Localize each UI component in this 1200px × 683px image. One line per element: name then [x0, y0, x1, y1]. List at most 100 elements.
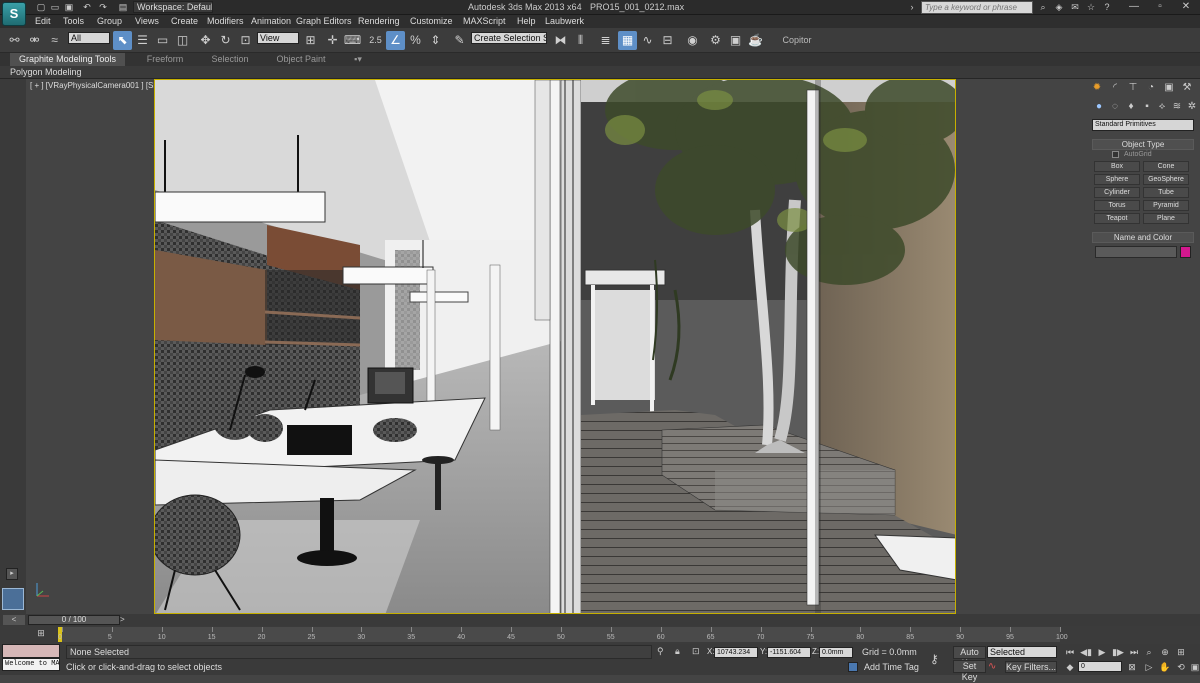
sphere-button[interactable]: Sphere	[1094, 174, 1140, 185]
snaps-toggle-icon[interactable]: 2.5	[366, 31, 385, 50]
open-file-icon[interactable]: ▭	[48, 1, 62, 13]
edit-named-selection-icon[interactable]: ✎	[450, 31, 469, 50]
new-file-icon[interactable]: ▢	[34, 1, 48, 13]
utilities-tab-icon[interactable]: ⚒	[1180, 81, 1194, 95]
object-type-rollout[interactable]: Object Type	[1092, 139, 1194, 150]
menu-laubwerk[interactable]: Laubwerk	[545, 15, 584, 28]
menu-edit[interactable]: Edit	[35, 15, 51, 28]
mini-curve-editor-icon[interactable]: ⊞	[34, 628, 48, 640]
rectangular-selection-icon[interactable]: ▭	[153, 31, 172, 50]
cylinder-button[interactable]: Cylinder	[1094, 187, 1140, 198]
zoom-icon[interactable]: ⌕	[1142, 646, 1156, 658]
maximize-icon[interactable]: ▫	[1148, 0, 1172, 14]
helpers-icon[interactable]: ⟡	[1155, 100, 1169, 114]
menu-graph-editors[interactable]: Graph Editors	[296, 15, 352, 28]
graphite-toggle-icon[interactable]: ▦	[618, 31, 637, 50]
shapes-icon[interactable]: ◌	[1108, 100, 1122, 114]
percent-snap-icon[interactable]: %	[406, 31, 425, 50]
close-icon[interactable]: ✕	[1174, 0, 1198, 14]
time-tag-icon[interactable]	[848, 662, 858, 672]
link-icon[interactable]: ⚯	[5, 31, 24, 50]
menu-help[interactable]: Help	[517, 15, 536, 28]
primitive-category-dropdown[interactable]: Standard Primitives	[1092, 119, 1194, 131]
geometry-icon[interactable]: ●	[1092, 100, 1106, 114]
teapot-button[interactable]: Teapot	[1094, 213, 1140, 224]
minimize-icon[interactable]: —	[1122, 0, 1146, 14]
search-input[interactable]	[922, 2, 1032, 13]
render-setup-icon[interactable]: ⚙	[706, 31, 725, 50]
menu-create[interactable]: Create	[171, 15, 198, 28]
display-tab-icon[interactable]: ▣	[1162, 81, 1176, 95]
binoculars-icon[interactable]: ⌕	[1036, 1, 1050, 13]
play-icon[interactable]: ▶	[1095, 646, 1109, 658]
time-slider[interactable]: 0 / 100	[28, 615, 120, 625]
bind-spacewarp-icon[interactable]: ≈	[45, 31, 64, 50]
create-tab-icon[interactable]: ✹	[1090, 81, 1104, 95]
keyboard-shortcut-icon[interactable]: ⌨	[343, 31, 362, 50]
menu-rendering[interactable]: Rendering	[358, 15, 400, 28]
layer-manager-icon[interactable]: ≣	[596, 31, 615, 50]
communication-icon[interactable]: ✉	[1068, 1, 1082, 13]
render-production-icon[interactable]: ☕	[746, 31, 765, 50]
tab-graphite-modeling-tools[interactable]: Graphite Modeling Tools	[10, 53, 125, 66]
field-of-view-icon[interactable]: ▷	[1142, 661, 1156, 673]
unlink-icon[interactable]: ⚮	[25, 31, 44, 50]
motion-tab-icon[interactable]: ◔	[1144, 81, 1158, 95]
next-frame-icon[interactable]: >	[120, 615, 130, 625]
selection-filter-dropdown[interactable]: All	[68, 32, 110, 44]
pan-view-icon[interactable]: ✋	[1158, 661, 1172, 673]
set-key-button[interactable]: Set Key	[953, 660, 986, 682]
systems-icon[interactable]: ✲	[1185, 100, 1199, 114]
menu-group[interactable]: Group	[97, 15, 122, 28]
torus-button[interactable]: Torus	[1094, 200, 1140, 211]
time-configuration-icon[interactable]: ⊠	[1125, 661, 1139, 673]
orbit-icon[interactable]: ⟲	[1174, 661, 1188, 673]
workspace-dropdown[interactable]: Workspace: Default	[133, 1, 213, 13]
plane-button[interactable]: Plane	[1143, 213, 1189, 224]
menu-animation[interactable]: Animation	[251, 15, 291, 28]
hierarchy-tab-icon[interactable]: ⊤	[1126, 81, 1140, 95]
align-icon[interactable]: ⫴	[571, 31, 590, 50]
tube-button[interactable]: Tube	[1143, 187, 1189, 198]
menu-customize[interactable]: Customize	[410, 15, 453, 28]
tab-selection[interactable]: Selection	[200, 53, 260, 66]
object-name-field[interactable]	[1095, 246, 1177, 258]
named-selection-dropdown[interactable]: Create Selection Se	[471, 32, 547, 44]
angle-snap-icon[interactable]: ∠	[386, 31, 405, 50]
geosphere-button[interactable]: GeoSphere	[1143, 174, 1189, 185]
select-scale-icon[interactable]: ⊡	[236, 31, 255, 50]
save-file-icon[interactable]: ▣	[62, 1, 76, 13]
polygon-modeling-panel[interactable]: Polygon Modeling	[10, 66, 82, 79]
prev-frame-icon[interactable]: <	[3, 615, 25, 625]
menu-modifiers[interactable]: Modifiers	[207, 15, 244, 28]
x-coordinate-field[interactable]: 10743.234	[714, 647, 758, 658]
maximize-viewport-icon[interactable]: ▣	[1188, 661, 1200, 673]
pivot-center-icon[interactable]: ⊞	[301, 31, 320, 50]
tab-object-paint[interactable]: Object Paint	[270, 53, 332, 66]
select-manipulate-icon[interactable]: ✛	[323, 31, 342, 50]
autogrid-checkbox[interactable]	[1112, 151, 1119, 158]
name-and-color-rollout[interactable]: Name and Color	[1092, 232, 1194, 243]
cone-button[interactable]: Cone	[1143, 161, 1189, 172]
layout-expand-icon[interactable]: ▸	[6, 568, 18, 580]
set-key-icon[interactable]: ⚷	[930, 652, 948, 666]
material-editor-icon[interactable]: ◉	[683, 31, 702, 50]
undo-icon[interactable]: ↶	[80, 1, 94, 13]
absolute-mode-icon[interactable]: ⊡	[692, 646, 704, 658]
viewport-layout-single-icon[interactable]	[2, 588, 24, 610]
schematic-view-icon[interactable]: ⊟	[658, 31, 677, 50]
favorites-icon[interactable]: ☆	[1084, 1, 1098, 13]
curve-editor-icon[interactable]: ∿	[638, 31, 657, 50]
current-frame-field[interactable]: 0	[1078, 661, 1122, 672]
subscription-icon[interactable]: ◈	[1052, 1, 1066, 13]
reference-coordinate-dropdown[interactable]: View	[257, 32, 299, 44]
copitor-label[interactable]: Copitor	[780, 31, 814, 50]
previous-key-icon[interactable]: ◀▮	[1079, 646, 1093, 658]
mirror-icon[interactable]: ⧓	[551, 31, 570, 50]
application-menu-icon[interactable]: S	[2, 2, 26, 26]
maxscript-output[interactable]: Welcome to MAX!	[2, 658, 60, 671]
modify-tab-icon[interactable]: ◜	[1108, 81, 1122, 95]
maxscript-listener-input[interactable]	[2, 644, 60, 658]
zoom-all-icon[interactable]: ⊕	[1158, 646, 1172, 658]
pyramid-button[interactable]: Pyramid	[1143, 200, 1189, 211]
